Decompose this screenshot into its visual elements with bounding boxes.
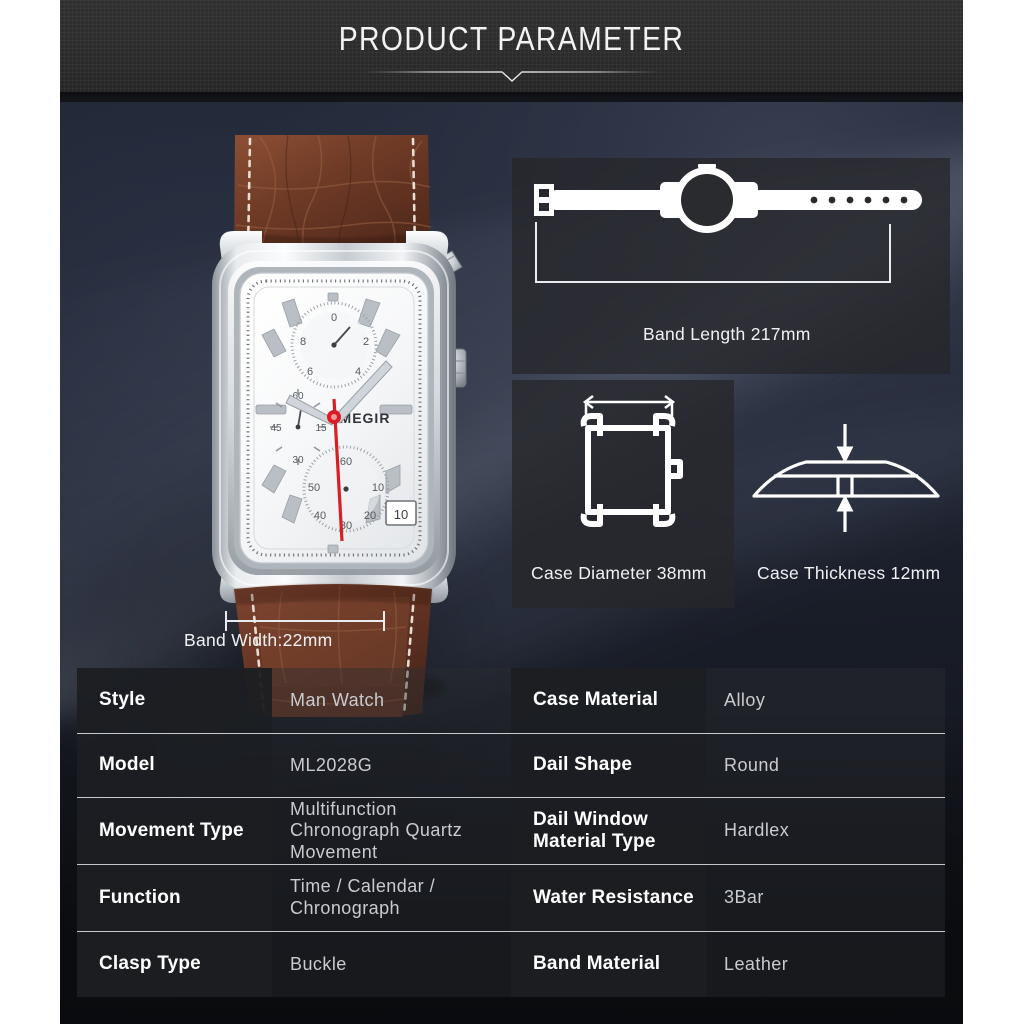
watch-flat-silhouette-icon [534, 164, 922, 283]
band-width-label: Band Width:22mm [184, 630, 333, 650]
case-thickness-label: Case Thickness 12mm [757, 563, 941, 583]
svg-text:6: 6 [307, 366, 313, 378]
spec-value: Alloy [706, 668, 945, 733]
table-row: Function Time / Calendar / Chronograph W… [77, 864, 945, 931]
spec-label: Function [77, 865, 272, 931]
svg-text:50: 50 [308, 482, 320, 494]
spec-table: Style Man Watch Case Material Alloy Mode… [77, 668, 945, 997]
svg-text:60: 60 [340, 456, 352, 468]
header-banner: PRODUCT PARAMETER [60, 0, 963, 97]
case-front-outline-icon [580, 395, 683, 527]
spec-value: Leather [706, 932, 945, 997]
spec-value: 3Bar [706, 865, 945, 931]
chevron-down-divider-icon [361, 71, 662, 83]
case-diameter-label: Case Diameter 38mm [531, 563, 707, 583]
spec-label: Band Material [511, 932, 706, 997]
spec-label: Model [77, 734, 272, 797]
spec-label: Style [77, 668, 272, 733]
date-window: 10 [385, 500, 417, 526]
watch-case: 0 2 4 6 8 60 45 15 30 60 10 20 30 40 50 … [212, 231, 456, 603]
spec-label: Water Resistance [511, 865, 706, 931]
spec-value: ML2028G [272, 734, 511, 797]
table-row: Movement Type Multifunction Chronograph … [77, 797, 945, 864]
svg-text:40: 40 [314, 510, 326, 522]
spec-label: Case Material [511, 668, 706, 733]
product-parameter-page: PRODUCT PARAMETER 0 2 4 6 8 60 45 15 30 … [0, 0, 1024, 1024]
strap-upper [234, 134, 432, 261]
case-side-profile-icon [752, 424, 940, 532]
svg-text:2: 2 [363, 336, 369, 348]
spec-value: Multifunction Chronograph Quartz Movemen… [272, 798, 511, 864]
svg-text:20: 20 [364, 510, 376, 522]
svg-text:4: 4 [355, 366, 361, 378]
dark-canvas: PRODUCT PARAMETER 0 2 4 6 8 60 45 15 30 … [60, 0, 963, 1024]
spec-value: Time / Calendar / Chronograph [272, 865, 511, 931]
table-row: Model ML2028G Dail Shape Round [77, 733, 945, 797]
spec-value: Man Watch [272, 668, 511, 733]
svg-text:30: 30 [292, 455, 304, 466]
svg-text:15: 15 [315, 423, 327, 434]
page-title: PRODUCT PARAMETER [338, 20, 685, 57]
spec-value: Hardlex [706, 798, 945, 864]
band-length-label: Band Length 217mm [643, 324, 811, 344]
table-row: Style Man Watch Case Material Alloy [77, 668, 945, 733]
spec-label: Dail Window Material Type [511, 798, 706, 864]
svg-text:10: 10 [394, 507, 408, 522]
product-photo-stage: 0 2 4 6 8 60 45 15 30 60 10 20 30 40 50 … [60, 102, 963, 1024]
table-row: Clasp Type Buckle Band Material Leather [77, 931, 945, 997]
svg-text:45: 45 [270, 423, 282, 434]
svg-text:0: 0 [331, 312, 337, 324]
svg-text:8: 8 [300, 336, 306, 348]
spec-label: Clasp Type [77, 932, 272, 997]
spec-label: Movement Type [77, 798, 272, 864]
spec-value: Round [706, 734, 945, 797]
svg-text:10: 10 [372, 482, 384, 494]
spec-value: Buckle [272, 932, 511, 997]
spec-label: Dail Shape [511, 734, 706, 797]
